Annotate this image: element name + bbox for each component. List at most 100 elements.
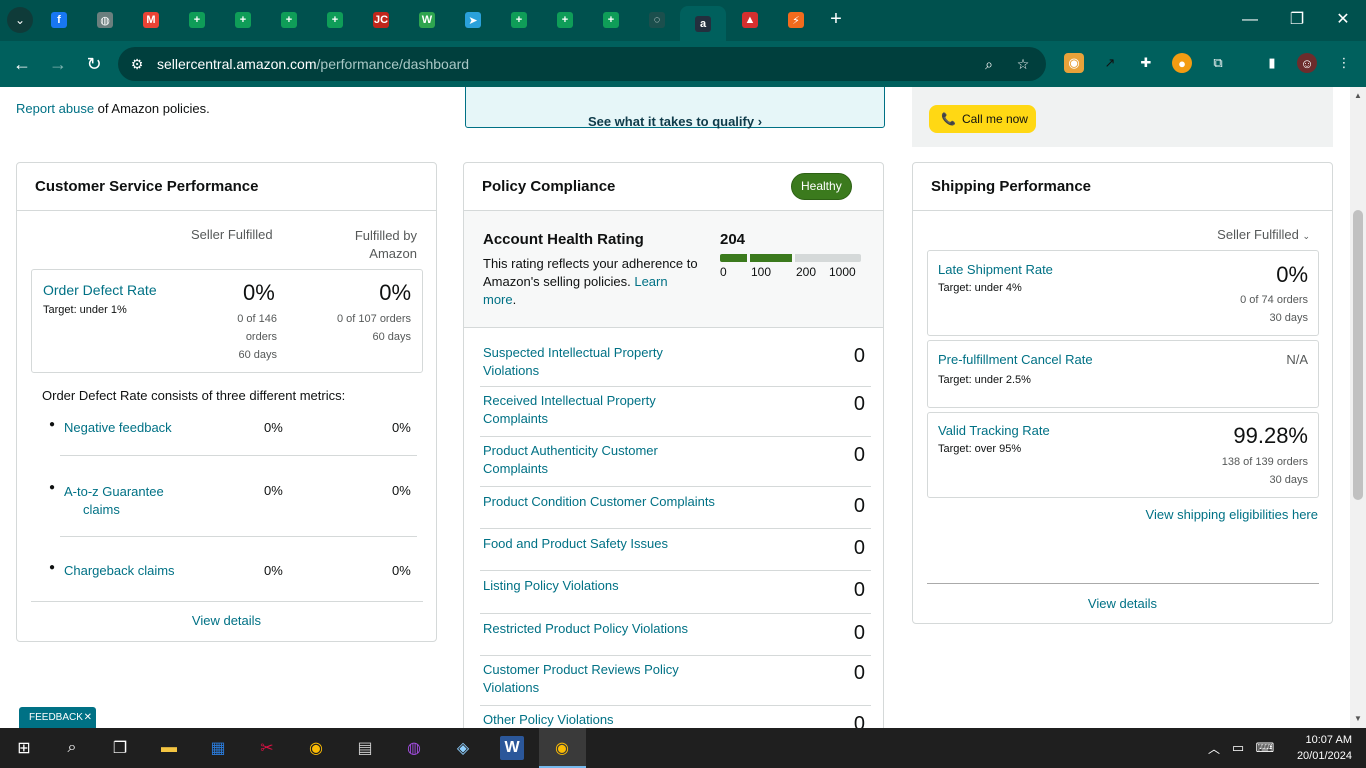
task-view-icon[interactable]: ❐ [108,736,132,760]
back-button[interactable]: ← [8,50,36,78]
extension-arrow-icon[interactable]: ↗ [1100,53,1120,73]
restore-button[interactable]: ❐ [1277,8,1317,32]
browser-tab-amazon[interactable]: a [680,6,726,41]
odr-link[interactable]: Order Defect Rate [43,282,157,298]
col-seller-fulfilled: Seller Fulfilled [191,227,273,242]
reload-button[interactable]: ↻ [80,50,108,78]
messenger-icon[interactable]: ◍ [402,736,426,760]
menu-dots-icon[interactable]: ⋮ [1334,53,1354,73]
active-app-slot[interactable]: ◉ [539,728,586,768]
search-icon[interactable]: ⌕ [60,736,84,760]
browser-tab-sheets-1[interactable]: + [174,5,220,35]
close-window-button[interactable]: ✕ [1323,8,1363,32]
gmail-icon: M [143,12,159,28]
qualify-link[interactable]: See what it takes to qualify › [588,99,762,129]
fulfillment-filter-dropdown[interactable]: Seller Fulfilled ⌄ [1217,227,1310,242]
windows-start-icon[interactable]: ⊞ [12,736,36,760]
store-icon[interactable]: ▦ [206,736,230,760]
keyboard-icon[interactable]: ⌨ [1253,736,1277,760]
call-me-now-button[interactable]: 📞 Call me now [929,105,1036,133]
policy-row: Other Policy Violations 0 [483,712,865,728]
scroll-up-icon[interactable]: ▲ [1353,91,1363,101]
browser-tab-globe[interactable]: ◍ [82,5,128,35]
customer-service-performance-card: Customer Service Performance Seller Fulf… [16,162,437,642]
bookmark-star-icon[interactable]: ☆ [1014,55,1032,73]
sheets-3-icon: + [281,12,297,28]
csp-view-details-link[interactable]: View details [17,613,436,628]
extensions-icon[interactable]: ⧉ [1208,53,1228,73]
browser-tab-sheets-3[interactable]: + [266,5,312,35]
chrome-icon[interactable]: ◉ [304,736,328,760]
browser-tab-sheets-6[interactable]: + [542,5,588,35]
forward-button[interactable]: → [44,50,72,78]
browser-tab-gmail[interactable]: M [128,5,174,35]
snipping-tool-icon[interactable]: ✂ [255,736,279,760]
minimize-button[interactable]: — [1230,8,1270,32]
browser-tab-strip: ⌄ f ◍ M + + + + JC W ➤ + + + ◌ a ▲ ⚡ + — ❐ ✕ [0,0,1366,41]
side-panel-icon[interactable]: ▮ [1262,53,1282,73]
valid-tracking-rate-link[interactable]: Valid Tracking Rate [938,423,1050,438]
browser-tab-sheets-2[interactable]: + [220,5,266,35]
file-explorer-icon[interactable]: ▬ [157,736,181,760]
ahr-description: This rating reflects your adherence to A… [483,256,698,307]
new-tab-button[interactable]: + [824,8,848,32]
scroll-down-icon[interactable]: ▼ [1353,714,1363,724]
policy-row: Suspected Intellectual Property Violatio… [480,338,871,387]
w-app-icon: W [419,12,435,28]
shipping-eligibilities-link[interactable]: View shipping eligibilities here [1146,507,1318,522]
negative-feedback-link[interactable]: Negative feedback [64,420,172,435]
page-scrollbar[interactable]: ▲ ▼ [1350,87,1366,728]
browser-tab-telegram[interactable]: ➤ [450,5,496,35]
browser-tab-sheets-7[interactable]: + [588,5,634,35]
taskbar-clock[interactable]: 10:07 AM 20/01/2024 [1297,732,1352,764]
extension-orange-icon[interactable]: ● [1172,53,1192,73]
notification-icon[interactable]: ▭ [1226,736,1250,760]
tray-chevron-icon[interactable]: ︿ [1202,736,1226,760]
globe-icon: ◍ [97,12,113,28]
odr-consists-text: Order Defect Rate consists of three diff… [42,388,346,403]
sheets-1-icon: + [189,12,205,28]
odr-sf-sub: 0 of 146 orders 60 days [237,313,277,361]
healthy-badge: Healthy [791,173,852,200]
ahr-score: 204 [720,231,746,248]
qualify-banner[interactable]: See what it takes to qualify › [465,87,885,129]
report-abuse-link[interactable]: Report abuse [16,101,94,116]
browser-toolbar: ← → ↻ ⚙ sellercentral.amazon.com/perform… [0,41,1366,87]
notepad-icon[interactable]: ◈ [451,736,475,760]
browser-tab-w-app[interactable]: W [404,5,450,35]
feedback-tab[interactable]: FEEDBACK ✕ [19,707,96,728]
zoom-icon[interactable]: ⌕ [980,55,998,73]
browser-tab-loading[interactable]: ◌ [634,5,680,35]
site-info-icon[interactable]: ⚙ [128,55,146,73]
extension-puzzle-blue-icon[interactable]: ✚ [1136,53,1156,73]
address-bar[interactable]: ⚙ sellercentral.amazon.com/performance/d… [118,47,1046,81]
browser-tab-facebook[interactable]: f [36,5,82,35]
ahr-gauge [720,254,861,262]
shipping-metric-box: Late Shipment Rate Target: under 4% 0% 0… [927,250,1319,336]
browser-tab-sheets-5[interactable]: + [496,5,542,35]
extension-honey-icon[interactable]: ◉ [1064,53,1084,73]
chrome-active-icon[interactable]: ◉ [550,736,574,760]
tab-search-button[interactable]: ⌄ [7,7,33,33]
scroll-thumb[interactable] [1353,210,1363,500]
calculator-icon[interactable]: ▤ [353,736,377,760]
odr-sf-value: 0% [243,280,275,305]
word-icon[interactable]: W [500,736,524,760]
shipping-metric-box: Valid Tracking Rate Target: over 95% 99.… [927,412,1319,498]
browser-tab-orange-app[interactable]: ⚡ [773,5,819,35]
url-text[interactable]: sellercentral.amazon.com/performance/das… [157,56,469,72]
shipping-performance-card: Shipping Performance Seller Fulfilled ⌄ … [912,162,1333,624]
odr-fba-sub: 0 of 107 orders 60 days [337,313,411,343]
odr-target: Target: under 1% [43,304,127,316]
profile-avatar[interactable]: ☺ [1297,53,1317,73]
late-shipment-rate-link[interactable]: Late Shipment Rate [938,262,1053,277]
cancel-rate-link[interactable]: Pre-fulfillment Cancel Rate [938,352,1093,367]
close-icon[interactable]: ✕ [84,712,92,723]
browser-tab-sheets-4[interactable]: + [312,5,358,35]
shipping-view-details-link[interactable]: View details [913,596,1332,611]
atoz-claims-link[interactable]: A-to-z Guarantee claims [64,483,164,519]
browser-tab-jc[interactable]: JC [358,5,404,35]
policy-row: Product Condition Customer Complaints 0 [480,487,871,529]
browser-tab-red-app[interactable]: ▲ [727,5,773,35]
chargeback-claims-link[interactable]: Chargeback claims [64,563,175,578]
